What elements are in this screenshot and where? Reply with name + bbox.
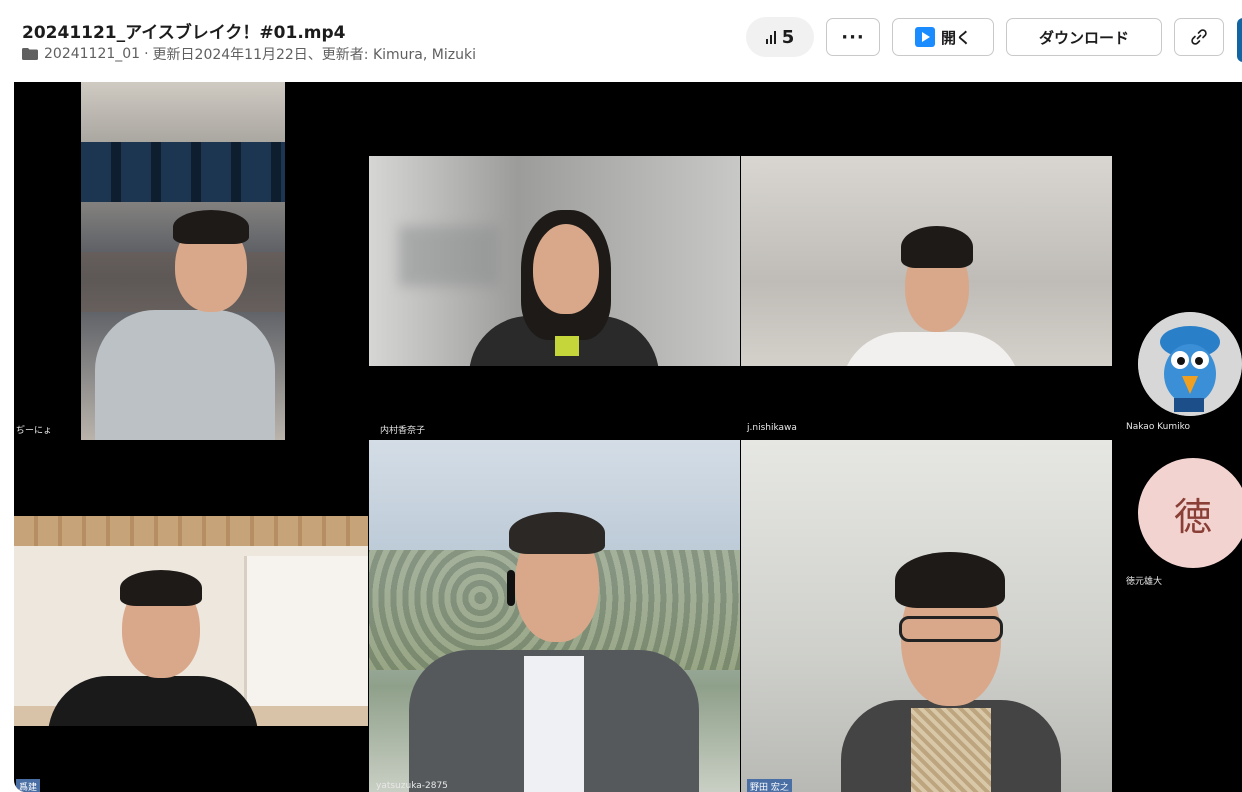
mascot-icon <box>1138 312 1242 416</box>
video-tile-1 <box>81 82 285 440</box>
participant-name: 徳元雄大 <box>1126 577 1163 587</box>
participant-name: Nakao Kumiko <box>1126 422 1191 432</box>
participant-name: ぢーにょ <box>16 426 53 436</box>
view-count-button[interactable]: 5 <box>746 17 814 57</box>
video-tile-3 <box>741 156 1112 366</box>
participant-name: yatsuzuka-2875 <box>376 781 448 791</box>
play-icon <box>914 27 935 47</box>
download-button[interactable]: ダウンロード <box>1006 18 1162 56</box>
participant-avatar <box>1138 312 1242 416</box>
participant-name: 爲建 <box>16 779 41 792</box>
video-tile-7 <box>369 440 740 792</box>
video-tile-2 <box>369 156 740 366</box>
folder-name[interactable]: 20241121_01 <box>44 46 140 62</box>
bar-chart-icon <box>765 30 776 44</box>
avatar-initial: 徳 <box>1173 494 1212 539</box>
participant-name: j.nishikawa <box>747 423 797 433</box>
updated-info: 更新日2024年11月22日、更新者: Kimura, Mizuki <box>152 47 476 63</box>
file-header: 20241121_アイスブレイク！#01.mp4 20241121_01 · 更… <box>0 0 1242 82</box>
participant-name: 野田 宏之 <box>747 779 792 792</box>
open-button[interactable]: 開く <box>892 18 994 56</box>
meta-separator: · <box>144 46 149 62</box>
video-tile-8 <box>741 440 1112 792</box>
view-count: 5 <box>781 26 795 48</box>
participant-name: 内村香奈子 <box>380 426 426 436</box>
share-button-edge[interactable] <box>1237 18 1242 62</box>
more-actions-button[interactable]: ··· <box>826 18 880 56</box>
link-icon <box>1191 29 1207 45</box>
folder-icon <box>22 48 38 60</box>
open-label: 開く <box>940 28 971 47</box>
header-actions: 5 ··· 開く ダウンロード <box>746 17 1236 57</box>
file-title: 20241121_アイスブレイク！#01.mp4 <box>22 23 346 43</box>
video-tile-6 <box>14 516 368 726</box>
video-player[interactable]: ぢーにょ 内村香奈子 j.nishikawa Nakao Kumiko 徳 徳元… <box>14 82 1242 792</box>
file-meta: 20241121_01 · 更新日2024年11月22日、更新者: Kimura… <box>22 44 476 64</box>
participant-avatar: 徳 <box>1138 458 1242 568</box>
copy-link-button[interactable] <box>1174 18 1224 56</box>
